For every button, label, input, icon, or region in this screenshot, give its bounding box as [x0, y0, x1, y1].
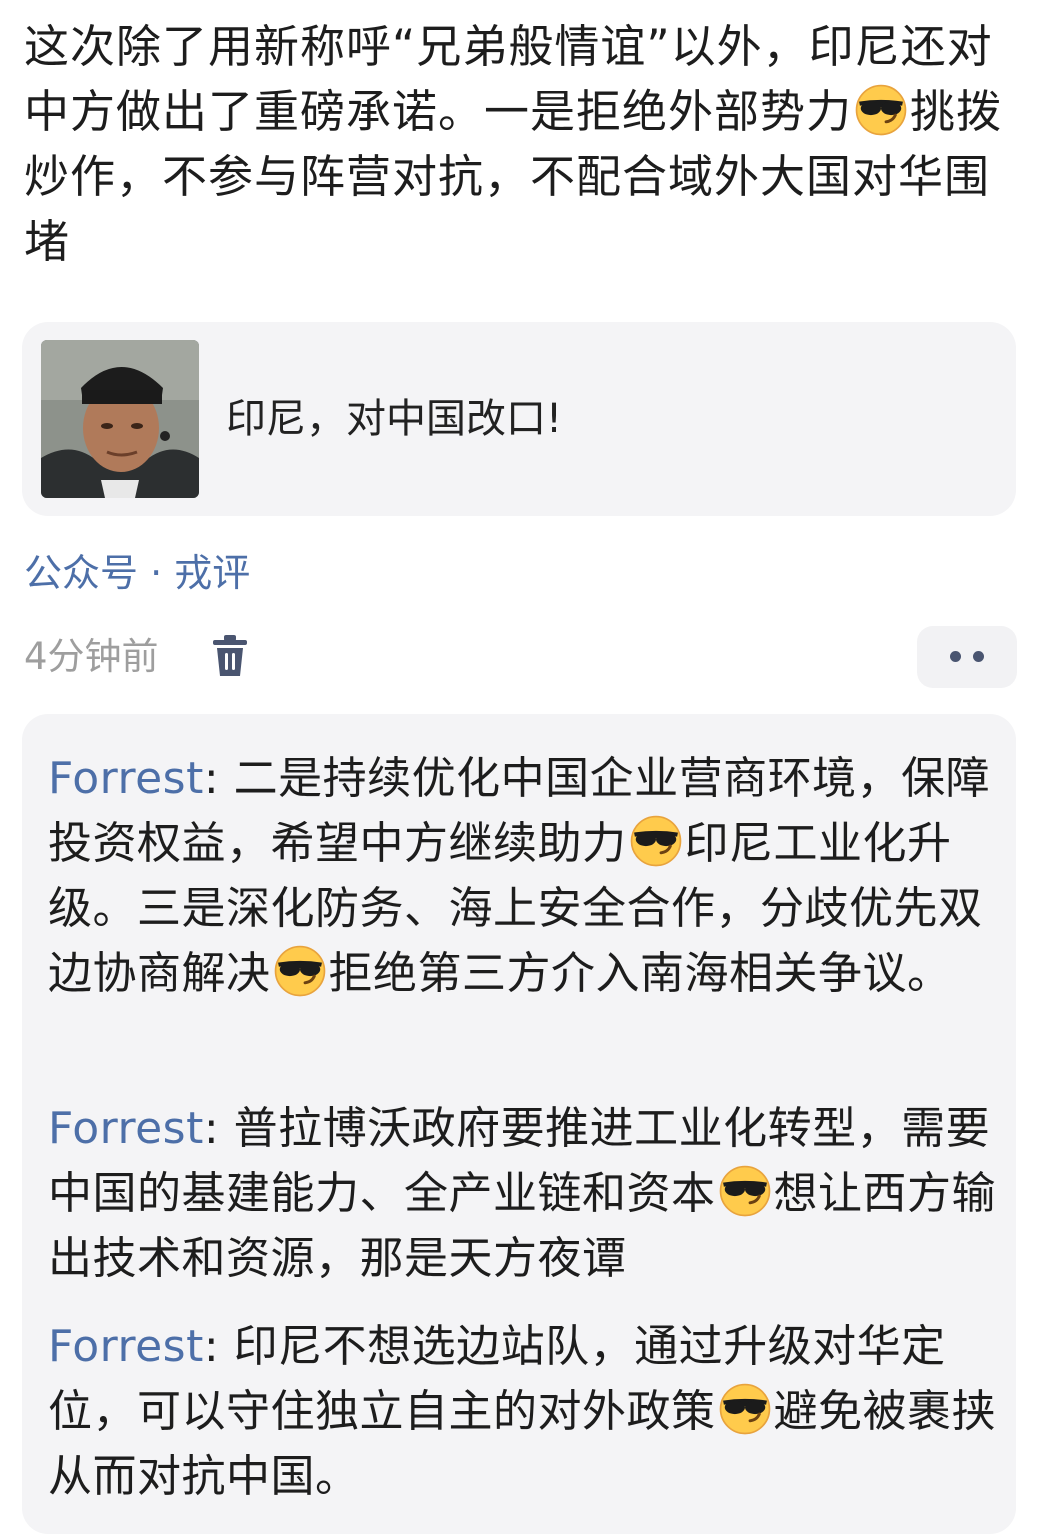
post-text: 这次除了用新称呼“兄弟般情谊”以外，印尼还对中方做出了重磅承诺。一是拒绝外部势力…: [24, 14, 1024, 274]
comment-separator: :: [203, 1103, 234, 1154]
article-thumbnail: [41, 340, 199, 498]
sunglasses-emoji-icon: [273, 944, 327, 998]
comment-author[interactable]: Forrest: [48, 1103, 204, 1154]
more-options-button[interactable]: [917, 626, 1017, 688]
source-link[interactable]: 公众号 · 戎评: [24, 548, 250, 598]
sunglasses-emoji-icon: [718, 1382, 772, 1436]
post-meta-row: 4分钟前: [0, 626, 1054, 688]
article-title: 印尼，对中国改口!: [226, 396, 563, 442]
sunglasses-emoji-icon: [854, 83, 908, 137]
comment-item[interactable]: Forrest: 印尼不想选边站队，通过升级对华定位，可以守住独立自主的对外政策…: [48, 1314, 998, 1509]
sunglasses-emoji-icon: [629, 814, 683, 868]
trash-icon[interactable]: [210, 634, 250, 678]
comment-text: 拒绝第三方介入南海相关争议。: [328, 948, 952, 999]
comment-item[interactable]: Forrest: 二是持续优化中国企业营商环境，保障投资权益，希望中方继续助力印…: [48, 746, 998, 1006]
comments-section: Forrest: 二是持续优化中国企业营商环境，保障投资权益，希望中方继续助力印…: [22, 714, 1016, 1534]
comment-author[interactable]: Forrest: [48, 1321, 204, 1372]
sunglasses-emoji-icon: [718, 1164, 772, 1218]
post-text-part1: 这次除了用新称呼“兄弟般情谊”以外，印尼还对中方做出了重磅承诺。一是拒绝外部势力: [24, 20, 993, 138]
comment-separator: :: [203, 1321, 234, 1372]
comment-separator: :: [203, 753, 234, 804]
post-timestamp: 4分钟前: [24, 635, 159, 678]
more-dot-icon: [973, 651, 984, 662]
more-dot-icon: [950, 651, 961, 662]
shared-article-card[interactable]: 印尼，对中国改口!: [22, 322, 1016, 516]
comment-item[interactable]: Forrest: 普拉博沃政府要推进工业化转型，需要中国的基建能力、全产业链和资…: [48, 1096, 998, 1291]
comment-author[interactable]: Forrest: [48, 753, 204, 804]
